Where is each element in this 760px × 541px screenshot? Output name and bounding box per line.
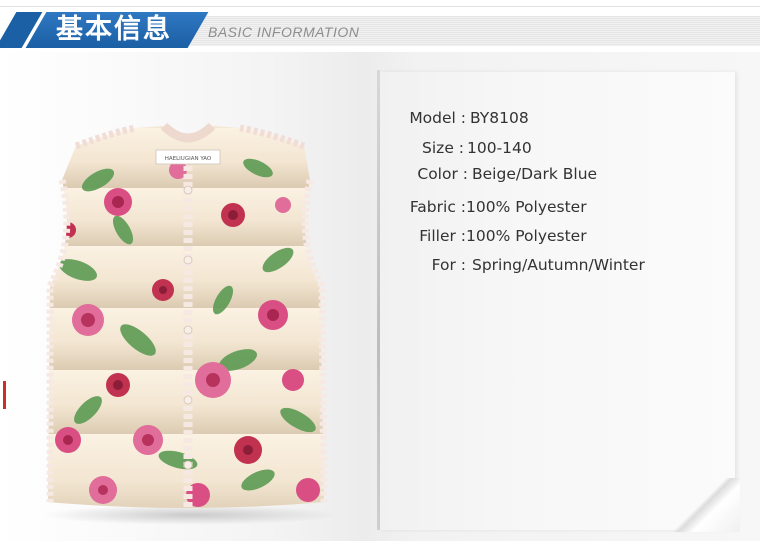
edge-marker (3, 381, 6, 409)
spec-row-season: For : Spring/Autumn/Winter (400, 255, 740, 277)
spec-label: Filler : (419, 227, 466, 245)
collar-ruffle (160, 122, 216, 143)
spec-row-filler: Filler : 100% Polyester (400, 226, 740, 248)
spec-value: BY8108 (470, 109, 529, 127)
spec-label: Color : (417, 165, 468, 183)
section-subtitle: BASIC INFORMATION (208, 24, 360, 40)
spec-value: 100-140 (467, 139, 532, 157)
spec-label: Fabric : (409, 198, 466, 216)
page-curl-decoration (670, 478, 740, 532)
spec-row-color: Color : Beige/Dark Blue (400, 164, 740, 186)
section-title: 基本信息 (56, 14, 172, 45)
header-top-line (0, 6, 760, 7)
spec-value: Spring/Autumn/Winter (472, 256, 645, 274)
spec-label: For : (431, 256, 466, 274)
spec-row-fabric: Fabric : 100% Polyester (400, 197, 740, 219)
spec-label: Model : (409, 109, 466, 127)
spec-label: Size : (422, 139, 464, 157)
section-header: 基本信息 BASIC INFORMATION (0, 0, 760, 50)
product-image-floral-vest: HAELIUGIAN YAO (46, 122, 328, 508)
spec-row-model: Model : BY8108 (400, 108, 740, 130)
spec-value: Beige/Dark Blue (472, 165, 598, 183)
spec-value: 100% Polyester (466, 198, 587, 216)
spec-value: 100% Polyester (466, 227, 587, 245)
spec-row-size: Size : 100-140 (400, 138, 740, 160)
vest-neck-label-text: HAELIUGIAN YAO (165, 156, 212, 162)
